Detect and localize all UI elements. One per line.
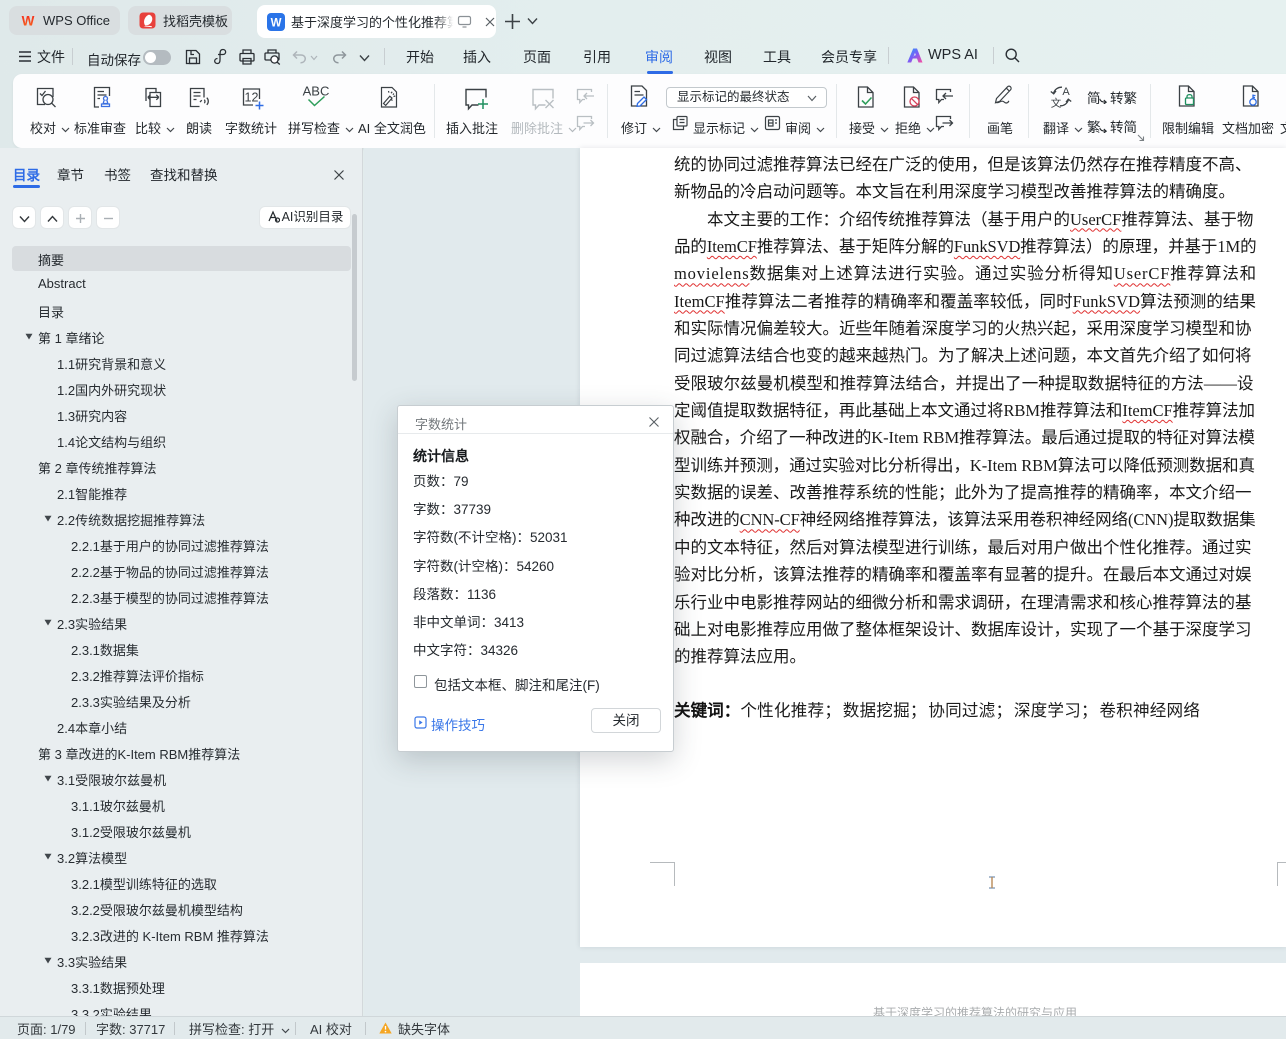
- svg-text:W: W: [271, 17, 282, 29]
- svg-text:12: 12: [245, 91, 259, 105]
- svg-text:W: W: [22, 14, 35, 27]
- svg-text:ABC: ABC: [303, 84, 330, 99]
- svg-text:文: 文: [1051, 97, 1062, 110]
- svg-text:A: A: [1062, 86, 1070, 98]
